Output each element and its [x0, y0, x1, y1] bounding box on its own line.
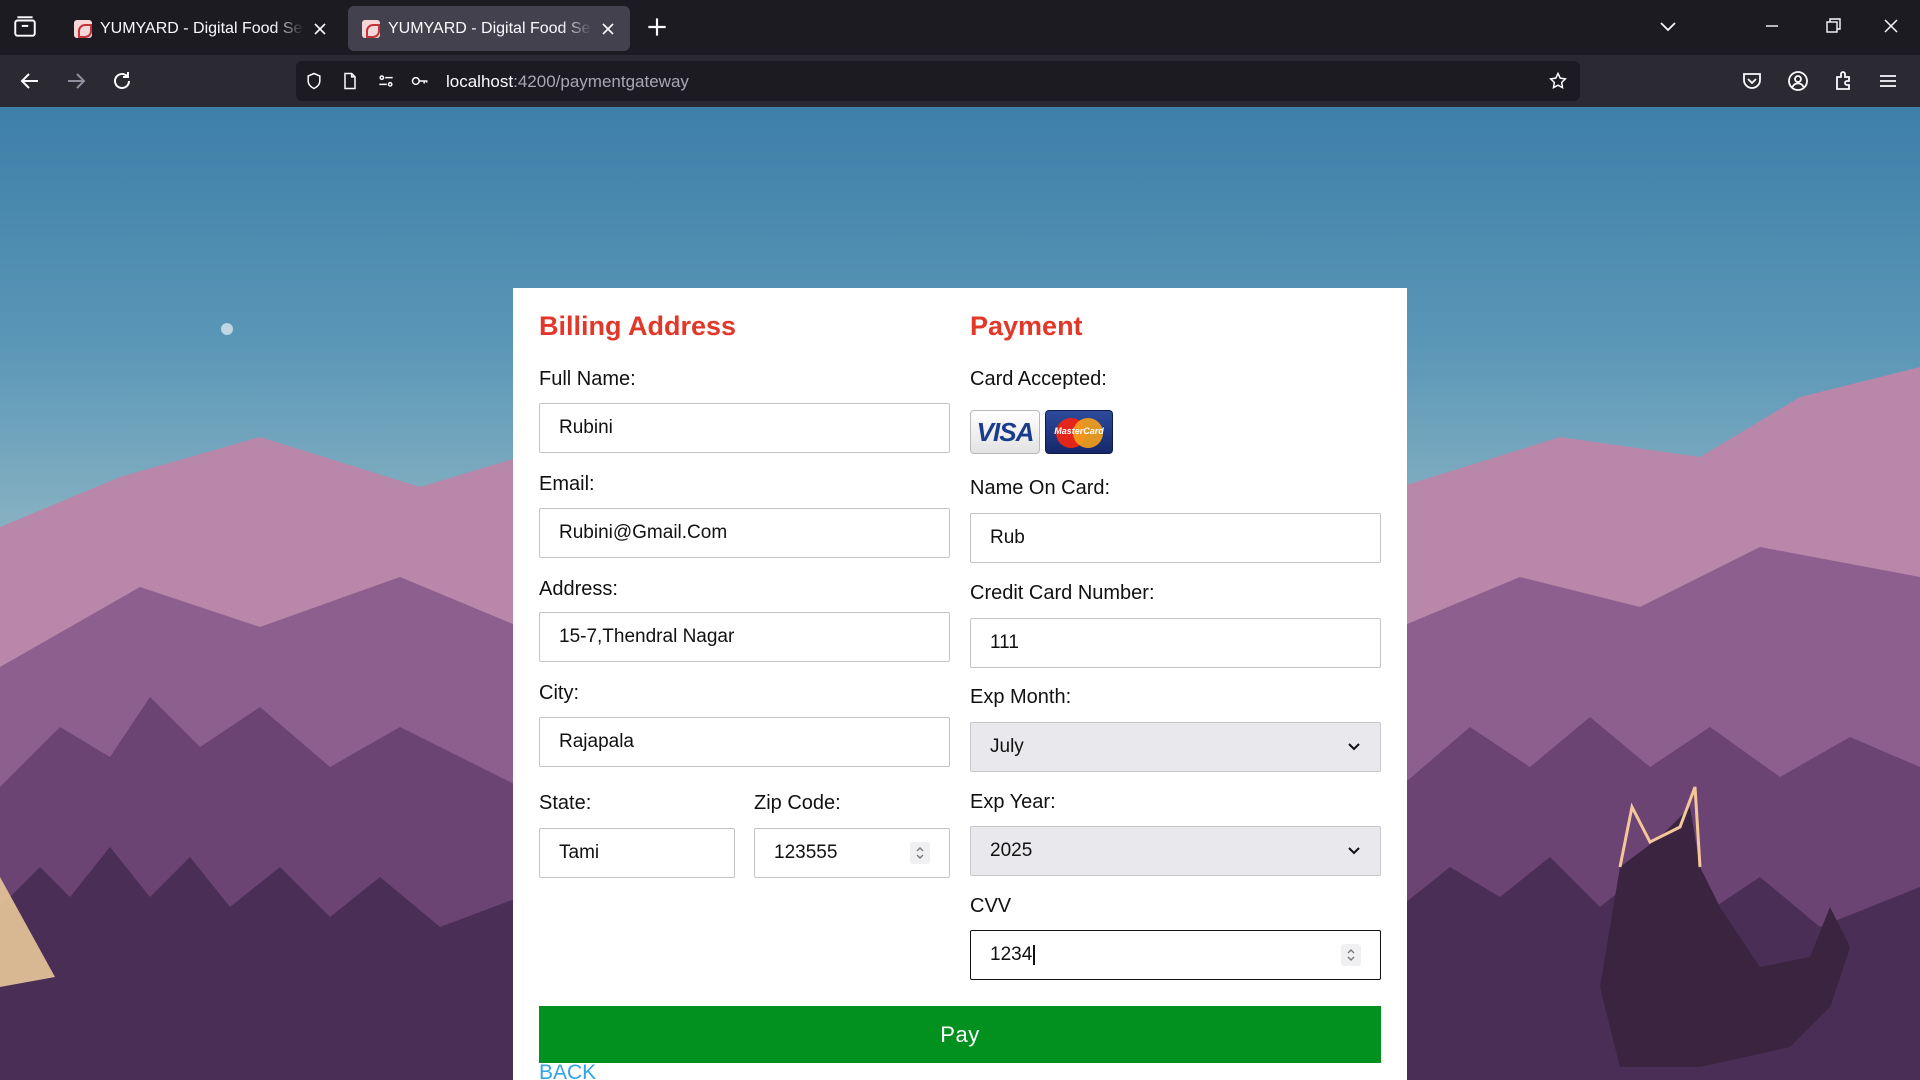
billing-address-heading: Billing Address: [539, 311, 737, 341]
exp-month-value: July: [990, 736, 1024, 757]
email-value: Rubini@Gmail.Com: [559, 522, 728, 543]
browser-tab[interactable]: YUMYARD - Digital Food Service: [60, 6, 342, 51]
city-input[interactable]: Rajapala: [539, 717, 950, 767]
full-name-input[interactable]: Rubini: [539, 403, 950, 453]
cvv-label: CVV: [970, 895, 1012, 917]
state-input[interactable]: Tami: [539, 828, 735, 878]
address-bar[interactable]: localhost:4200/paymentgateway: [296, 61, 1580, 101]
exp-month-select[interactable]: July: [970, 722, 1381, 772]
tab-title: YUMYARD - Digital Food Service: [100, 19, 304, 37]
exp-year-value: 2025: [990, 840, 1033, 861]
city-label: City:: [539, 682, 579, 704]
browser-tab-bar: YUMYARD - Digital Food Service YUMYARD -…: [0, 0, 1920, 55]
cvv-input[interactable]: 1234: [970, 930, 1381, 980]
yumyard-favicon-icon: [74, 19, 92, 38]
exp-month-label: Exp Month:: [970, 686, 1072, 708]
list-all-tabs-icon[interactable]: [1656, 14, 1680, 38]
email-input[interactable]: Rubini@Gmail.Com: [539, 508, 950, 558]
account-icon[interactable]: [1786, 69, 1810, 93]
pay-button[interactable]: Pay: [539, 1006, 1381, 1063]
menu-hamburger-icon[interactable]: [1876, 69, 1900, 93]
reload-icon[interactable]: [110, 69, 134, 93]
key-icon[interactable]: [410, 71, 430, 91]
payment-form-card: Billing Address Full Name: Rubini Email:…: [513, 288, 1407, 1080]
tab-list-icon[interactable]: [12, 14, 38, 40]
url-path: :4200/paymentgateway: [513, 72, 689, 91]
payment-heading: Payment: [970, 311, 1083, 341]
full-name-value: Rubini: [559, 417, 613, 438]
shield-icon[interactable]: [304, 71, 324, 91]
chevron-down-icon: [1348, 847, 1360, 855]
full-name-label: Full Name:: [539, 368, 636, 390]
new-tab-icon[interactable]: [644, 14, 670, 40]
minimize-window-icon[interactable]: [1760, 14, 1784, 38]
pocket-icon[interactable]: [1740, 69, 1764, 93]
text-cursor: [1033, 944, 1035, 965]
extensions-icon[interactable]: [1832, 69, 1856, 93]
url-text[interactable]: localhost:4200/paymentgateway: [446, 72, 689, 92]
tab-title: YUMYARD - Digital Food Service: [388, 19, 592, 37]
address-input[interactable]: 15-7,Thendral Nagar: [539, 612, 950, 662]
forward-arrow-icon[interactable]: [64, 69, 88, 93]
accepted-cards: VISA MasterCard: [970, 410, 1113, 454]
permissions-icon[interactable]: [376, 71, 396, 91]
zip-code-label: Zip Code:: [754, 792, 841, 814]
exp-year-label: Exp Year:: [970, 791, 1056, 813]
restore-window-icon[interactable]: [1821, 14, 1845, 38]
browser-tab-active[interactable]: YUMYARD - Digital Food Service: [348, 6, 630, 51]
state-label: State:: [539, 792, 592, 814]
state-value: Tami: [559, 842, 600, 863]
mastercard-logo-text: MasterCard: [1054, 426, 1104, 436]
browser-nav-bar: localhost:4200/paymentgateway: [0, 55, 1920, 107]
yumyard-favicon-icon: [362, 19, 380, 38]
mastercard-logo-icon: MasterCard: [1045, 410, 1113, 454]
close-tab-icon[interactable]: [312, 21, 328, 37]
back-link[interactable]: BACK: [539, 1061, 596, 1080]
close-tab-icon[interactable]: [600, 21, 616, 37]
card-number-value: 111: [990, 632, 1019, 653]
page-viewport: Billing Address Full Name: Rubini Email:…: [0, 107, 1920, 1080]
exp-year-select[interactable]: 2025: [970, 826, 1381, 876]
url-host: localhost: [446, 72, 514, 91]
cards-accepted-label: Card Accepted:: [970, 368, 1107, 390]
address-label: Address:: [539, 578, 618, 600]
chevron-down-icon: [1348, 743, 1360, 751]
number-spinner-icon[interactable]: [910, 842, 930, 864]
card-number-input[interactable]: 111: [970, 618, 1381, 668]
cvv-value: 1234: [990, 944, 1033, 965]
name-on-card-input[interactable]: Rub: [970, 513, 1381, 563]
name-on-card-value: Rub: [990, 527, 1025, 548]
close-window-icon[interactable]: [1879, 14, 1903, 38]
name-on-card-label: Name On Card:: [970, 477, 1111, 499]
bookmark-star-icon[interactable]: [1548, 71, 1568, 91]
page-icon[interactable]: [340, 71, 360, 91]
back-arrow-icon[interactable]: [18, 69, 42, 93]
zip-code-value: 123555: [774, 842, 838, 863]
number-spinner-icon[interactable]: [1341, 944, 1361, 966]
zip-code-input[interactable]: 123555: [754, 828, 950, 878]
address-value: 15-7,Thendral Nagar: [559, 626, 735, 647]
city-value: Rajapala: [559, 731, 634, 752]
email-label: Email:: [539, 473, 595, 495]
card-number-label: Credit Card Number:: [970, 582, 1155, 604]
visa-logo-icon: VISA: [970, 410, 1040, 454]
